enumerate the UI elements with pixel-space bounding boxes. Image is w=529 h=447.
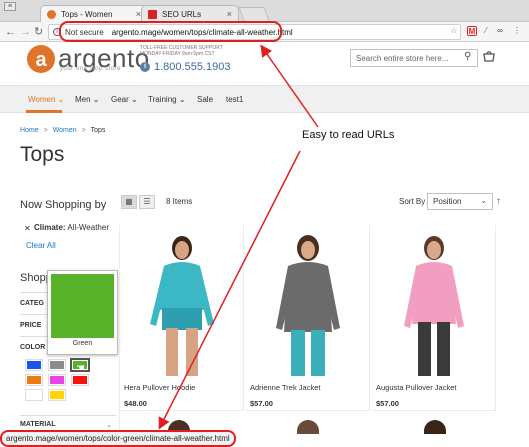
url-highlight-outline (59, 21, 282, 42)
breadcrumb-home[interactable]: Home (20, 127, 39, 134)
swatch-yellow[interactable] (48, 389, 66, 401)
sort-by-label: Sort By (399, 197, 426, 206)
nav-gear[interactable]: Gear ⌄ (111, 95, 138, 104)
back-icon[interactable]: ← (5, 25, 16, 39)
annotation-text: Easy to read URLs (302, 129, 395, 141)
browser-status-bar: argento.mage/women/tops/color-green/clim… (0, 430, 236, 447)
phone-number: 1.800.555.1903 (154, 61, 231, 73)
reload-icon[interactable]: ↻ (34, 25, 43, 39)
swatch-gray[interactable] (48, 359, 66, 371)
product-price: $48.00 (124, 399, 147, 408)
items-count: 8 Items (166, 197, 193, 206)
sort-select[interactable]: Position ⌄ (427, 193, 493, 210)
swatch-white[interactable] (25, 389, 43, 401)
nav-men[interactable]: Men ⌄ (75, 95, 100, 104)
tab-close-icon[interactable]: × (227, 9, 232, 19)
logo-tagline: your one stop store (60, 66, 121, 72)
material-label: MATERIAL (20, 421, 56, 428)
search-icon[interactable]: ⚲ (464, 51, 471, 62)
list-view-icon[interactable]: ☰ (139, 195, 155, 209)
chevron-down-icon: ⌄ (480, 196, 487, 205)
nav-training[interactable]: Training ⌄ (148, 95, 186, 104)
breadcrumb-separator: > (43, 127, 48, 134)
swatch-orange[interactable] (25, 374, 43, 386)
breadcrumb: Home > Women > Tops (20, 127, 105, 134)
gmail-icon[interactable]: M (467, 26, 477, 36)
filter-name: Climate: (34, 223, 66, 232)
product-image[interactable] (142, 232, 222, 378)
tooltip-color-preview (51, 274, 114, 338)
product-image[interactable] (268, 232, 348, 378)
tooltip-label: Green (72, 340, 93, 347)
remove-filter-icon[interactable]: ✕ (24, 224, 31, 233)
cart-icon[interactable] (482, 49, 496, 63)
nav-sale[interactable]: Sale (197, 95, 213, 104)
sort-direction-icon[interactable]: ↑ (496, 196, 501, 207)
argento-logo-icon[interactable]: a (26, 44, 56, 74)
clear-all-link[interactable]: Clear All (26, 241, 56, 250)
phone-icon: i (140, 62, 150, 72)
nav-women[interactable]: Women ⌄ (28, 95, 64, 104)
window-menu-icon[interactable]: ≡ (4, 2, 16, 11)
extension-icon[interactable]: ⁄ (481, 26, 491, 36)
support-line-2: MONDAY-FRIDAY 9am-5pm CST (140, 51, 215, 57)
product-image[interactable] (394, 232, 474, 378)
forward-icon[interactable]: → (20, 25, 31, 39)
chevron-down-icon: ⌄ (106, 422, 112, 429)
sort-value: Position (433, 197, 462, 206)
breadcrumb-current: Tops (90, 127, 106, 134)
now-shopping-heading: Now Shopping by (20, 199, 107, 211)
star-icon[interactable]: ☆ (449, 26, 459, 36)
seo-favicon-icon (148, 9, 157, 19)
product-price: $57.00 (250, 399, 273, 408)
swatch-purple[interactable] (48, 374, 66, 386)
support-info: TOLL-FREE CUSTOMER SUPPORT MONDAY-FRIDAY… (140, 45, 223, 57)
glasses-icon[interactable]: ∞ (495, 26, 505, 36)
breadcrumb-separator: > (81, 127, 86, 134)
product-price: $57.00 (376, 399, 399, 408)
svg-text:a: a (35, 49, 47, 71)
nav-test1[interactable]: test1 (226, 95, 243, 104)
menu-icon[interactable]: ⋮ (512, 26, 522, 36)
grid-view-icon[interactable]: ▦ (121, 195, 137, 209)
product-name[interactable]: Adrienne Trek Jacket (250, 383, 320, 392)
tab-title: SEO URLs (162, 9, 202, 19)
magento-favicon-icon (47, 9, 56, 19)
swatch-blue[interactable] (25, 359, 43, 371)
product-name[interactable]: Hera Pullover Hoodie (124, 383, 195, 392)
search-input[interactable]: Search entire store here... (350, 49, 478, 67)
tab-title: Tops - Women (61, 9, 113, 19)
filter-value: All-Weather (67, 223, 109, 232)
new-tab-button[interactable] (238, 7, 270, 21)
active-filter: Climate: All-Weather (34, 223, 109, 232)
breadcrumb-women[interactable]: Women (53, 127, 77, 134)
tab-seo-urls[interactable]: SEO URLs × (141, 5, 239, 22)
page-title: Tops (20, 143, 65, 166)
swatch-red[interactable] (71, 374, 89, 386)
product-name[interactable]: Augusta Pullover Jacket (376, 383, 456, 392)
tab-tops-women[interactable]: Tops - Women × (40, 5, 148, 22)
hand-cursor-icon: ☚ (76, 363, 85, 374)
nav-active-indicator (26, 110, 62, 113)
